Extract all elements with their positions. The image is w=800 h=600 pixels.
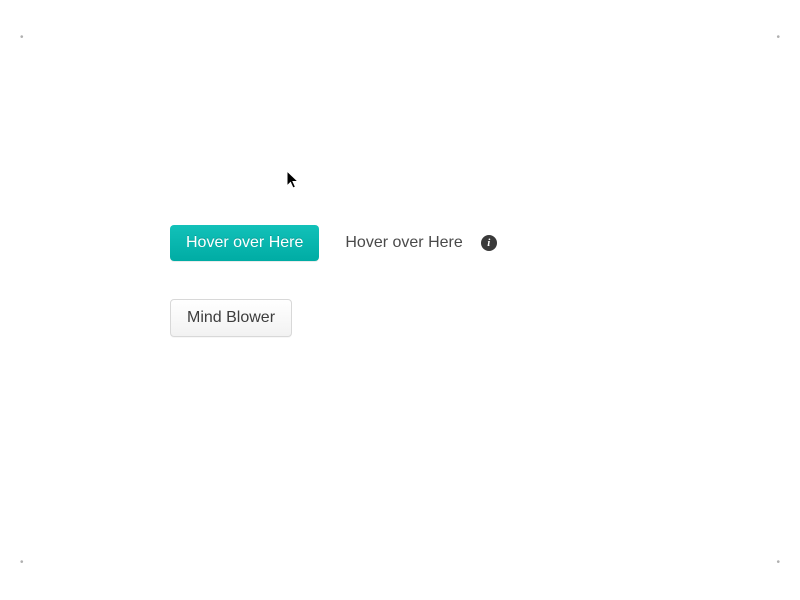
info-icon[interactable]: i (481, 235, 497, 251)
hover-button[interactable]: Hover over Here (170, 225, 319, 261)
row-hover: Hover over Here Hover over Here i (170, 225, 497, 261)
demo-area: Hover over Here Hover over Here i Mind B… (170, 225, 497, 337)
corner-mark-tl: • (20, 32, 24, 43)
info-icon-glyph: i (481, 235, 497, 251)
corner-mark-br: • (776, 557, 780, 568)
corner-mark-bl: • (20, 557, 24, 568)
row-mind-blower: Mind Blower (170, 299, 497, 337)
cursor-icon (286, 170, 302, 192)
corner-mark-tr: • (776, 32, 780, 43)
hover-text-label[interactable]: Hover over Here (345, 234, 462, 252)
mind-blower-button[interactable]: Mind Blower (170, 299, 292, 337)
